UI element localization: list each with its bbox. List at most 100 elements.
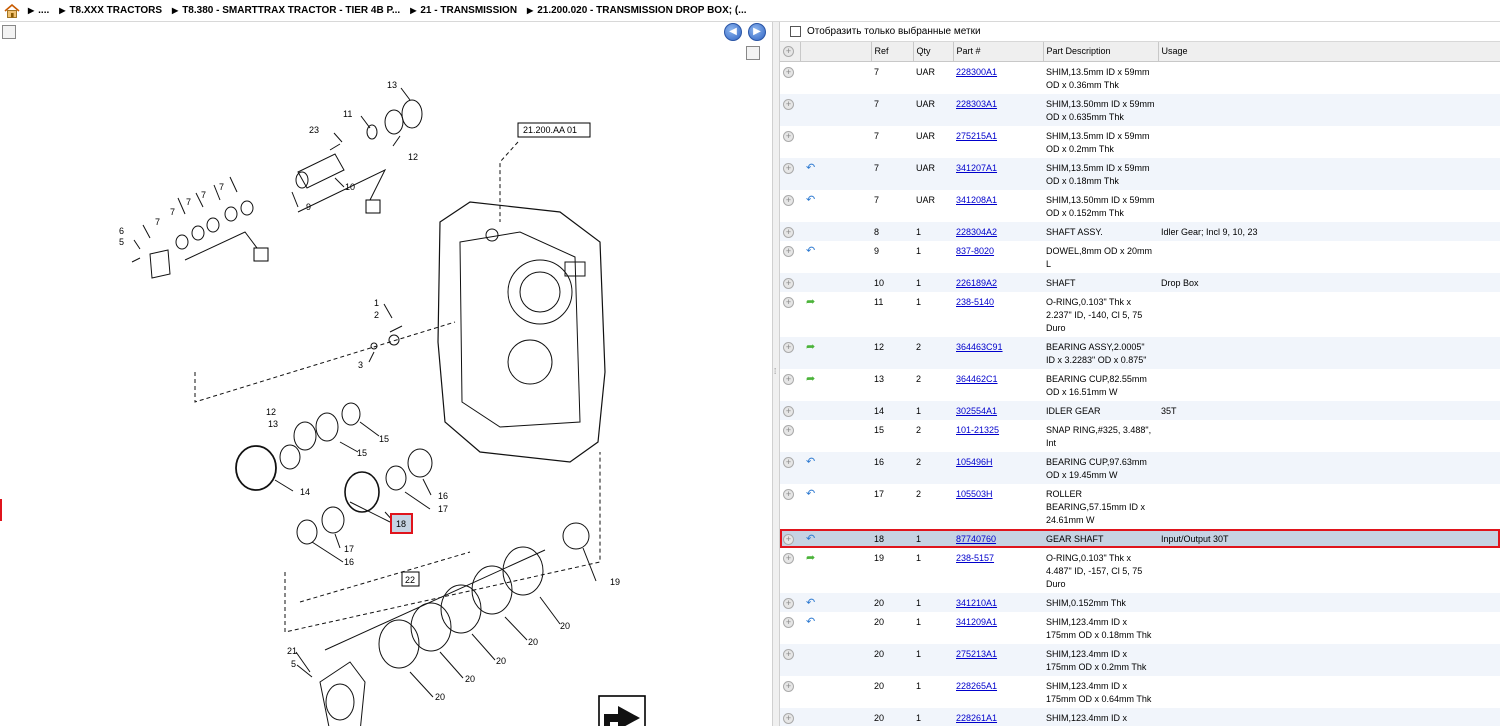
forward-arrow-icon[interactable]: ▶ — [748, 23, 766, 41]
breadcrumb-item-section[interactable]: ▶ 21 - TRANSMISSION — [410, 5, 517, 16]
part-number-link[interactable]: 341208A1 — [956, 195, 997, 205]
callout-label[interactable]: 21 — [287, 646, 297, 656]
add-circle-icon[interactable]: + — [783, 648, 794, 660]
callout-label[interactable]: 20 — [435, 692, 445, 702]
add-circle-icon[interactable]: + — [783, 373, 794, 385]
table-row[interactable]: + ➦ 12 2 364463C91 BEARING ASSY,2.0005" ID x … — [780, 336, 1500, 369]
replaced-by-arrow-icon[interactable]: ↶ — [806, 616, 820, 628]
table-row[interactable]: + ↶ 20 1 341209A1 SHIM,123.4mm ID x 175mm OD … — [780, 612, 1500, 644]
part-number-link[interactable]: 228300A1 — [956, 67, 997, 77]
part-number-link[interactable]: 364462C1 — [956, 374, 998, 384]
callout-label[interactable]: 20 — [496, 656, 506, 666]
table-row[interactable]: + ↶ 18 1 87740760 GEAR SHAFT Input/Output 30T — [780, 528, 1500, 548]
add-circle-icon[interactable]: + — [783, 296, 794, 308]
table-row[interactable]: +15 2 101-21325 SNAP RING,#325, 3.488", Int — [780, 420, 1500, 452]
add-circle-icon[interactable]: + — [783, 424, 794, 436]
callout-label[interactable]: 1 — [374, 298, 379, 308]
callout-label[interactable]: 2 — [374, 310, 379, 320]
callout-label[interactable]: 16 — [344, 557, 354, 567]
part-number-link[interactable]: 238-5140 — [956, 297, 994, 307]
callout-box-22[interactable]: 22 — [401, 571, 420, 587]
table-row[interactable]: +7 UAR 275215A1 SHIM,13.5mm ID x 59mm OD x … — [780, 126, 1500, 158]
callout-label[interactable]: 20 — [528, 637, 538, 647]
replaced-by-arrow-icon[interactable]: ↶ — [806, 456, 820, 468]
callout-label[interactable]: 7 — [186, 197, 191, 207]
callout-label[interactable]: 23 — [309, 125, 319, 135]
table-row[interactable]: +8 1 228304A2 SHAFT ASSY. Idler Gear; Incl 9… — [780, 221, 1500, 241]
callout-label[interactable]: 5 — [291, 659, 296, 669]
callout-label[interactable]: 14 — [300, 487, 310, 497]
add-circle-icon[interactable]: + — [783, 488, 794, 500]
table-row[interactable]: + ↶ 16 2 105496H BEARING CUP,97.63mm OD x 19.… — [780, 451, 1500, 484]
replaced-by-arrow-icon[interactable]: ↶ — [806, 488, 820, 500]
part-number-link[interactable]: 837-8020 — [956, 246, 994, 256]
callout-label[interactable]: 13 — [268, 419, 278, 429]
callout-label[interactable]: 5 — [119, 237, 124, 247]
part-number-link[interactable]: 341207A1 — [956, 163, 997, 173]
part-number-link[interactable]: 228303A1 — [956, 99, 997, 109]
table-row[interactable]: +10 1 226189A2 SHAFT Drop Box — [780, 272, 1500, 292]
callout-label[interactable]: 15 — [357, 448, 367, 458]
part-number-link[interactable]: 105496H — [956, 457, 993, 467]
table-row[interactable]: +14 1 302554A1 IDLER GEAR 35T — [780, 400, 1500, 420]
header-usage[interactable]: Usage — [1158, 42, 1500, 62]
supersession-arrow-icon[interactable]: ➦ — [806, 296, 820, 308]
back-arrow-icon[interactable]: ◀ — [724, 23, 742, 41]
table-row[interactable]: +201228261A1 SHIM,123.4mm ID x 175mm OD x… — [780, 707, 1500, 726]
part-number-link[interactable]: 226189A2 — [956, 278, 997, 288]
callout-box-8[interactable] — [365, 199, 381, 214]
part-number-link[interactable]: 302554A1 — [956, 406, 997, 416]
replaced-by-arrow-icon[interactable]: ↶ — [806, 194, 820, 206]
replaced-by-arrow-icon[interactable]: ↶ — [806, 245, 820, 257]
breadcrumb-item-tractors[interactable]: ▶ T8.XXX TRACTORS — [59, 5, 162, 16]
header-part-number[interactable]: Part # — [953, 42, 1044, 62]
part-number-link[interactable]: 105503H — [956, 489, 993, 499]
table-row[interactable]: +20 1 275213A1 SHIM,123.4mm ID x 175mm OD x… — [780, 643, 1500, 676]
replaced-by-arrow-icon[interactable]: ↶ — [806, 533, 820, 545]
add-circle-icon[interactable]: + — [783, 405, 794, 417]
add-circle-icon[interactable]: + — [783, 597, 794, 609]
header-description[interactable]: Part Description — [1043, 42, 1159, 62]
add-circle-icon[interactable]: + — [783, 130, 794, 142]
add-circle-icon[interactable]: + — [783, 66, 794, 78]
replaced-by-arrow-icon[interactable]: ↶ — [806, 597, 820, 609]
add-circle-icon[interactable]: + — [783, 552, 794, 564]
table-row[interactable]: +20 1 228265A1 SHIM,123.4mm ID x 175mm OD x… — [780, 676, 1500, 708]
callout-label[interactable]: 13 — [387, 80, 397, 90]
part-number-link[interactable]: 228261A1 — [956, 713, 997, 723]
add-circle-icon[interactable]: + — [783, 277, 794, 289]
add-circle-icon[interactable]: + — [783, 341, 794, 353]
add-circle-icon[interactable]: + — [783, 45, 794, 57]
callout-label[interactable]: 17 — [438, 504, 448, 514]
callout-label[interactable]: 7 — [219, 182, 224, 192]
callout-label[interactable]: 12 — [408, 152, 418, 162]
supersession-arrow-icon[interactable]: ➦ — [806, 373, 820, 385]
table-row[interactable]: + ↶ 9 1 837-8020 DOWEL,8mm OD x 20mm L — [780, 241, 1500, 273]
add-circle-icon[interactable]: + — [783, 533, 794, 545]
callout-label[interactable]: 12 — [266, 407, 276, 417]
table-row[interactable]: + ➦ 13 2 364462C1 BEARING CUP,82.55mm OD x 16… — [780, 369, 1500, 401]
callout-box-4[interactable] — [253, 247, 269, 262]
pane-splitter[interactable]: ⁞ — [772, 22, 780, 726]
callout-label[interactable]: 9 — [306, 202, 311, 212]
add-circle-icon[interactable]: + — [783, 680, 794, 692]
home-icon[interactable] — [4, 3, 20, 18]
breadcrumb-item-model[interactable]: ▶ T8.380 - SMARTTRAX TRACTOR - TIER 4B P.… — [172, 5, 400, 16]
callout-label[interactable]: 7 — [201, 190, 206, 200]
part-number-link[interactable]: 228265A1 — [956, 681, 997, 691]
add-circle-icon[interactable]: + — [783, 616, 794, 628]
callout-label[interactable]: 20 — [560, 621, 570, 631]
add-circle-icon[interactable]: + — [783, 712, 794, 724]
table-row[interactable]: + ➦ 19 1 238-5157 O-RING,0.103" Thk x 4.487" … — [780, 548, 1500, 593]
table-row[interactable]: +7 UAR 228303A1 SHIM,13.50mm ID x 59mm OD x… — [780, 93, 1500, 126]
callout-label[interactable]: 10 — [345, 182, 355, 192]
add-circle-icon[interactable]: + — [783, 456, 794, 468]
selected-callout-box[interactable]: 18 — [390, 513, 413, 534]
table-row[interactable]: +7 UAR 228300A1 SHIM,13.5mm ID x 59mm OD x … — [780, 61, 1500, 94]
header-qty[interactable]: Qty — [913, 42, 954, 62]
table-row[interactable]: + ↶ 20 1 341210A1 SHIM,0.152mm Thk — [780, 592, 1500, 612]
callout-label[interactable]: 11 — [343, 109, 352, 119]
part-number-link[interactable]: 228304A2 — [956, 227, 997, 237]
callout-label[interactable]: 19 — [610, 577, 620, 587]
part-number-link[interactable]: 238-5157 — [956, 553, 994, 563]
